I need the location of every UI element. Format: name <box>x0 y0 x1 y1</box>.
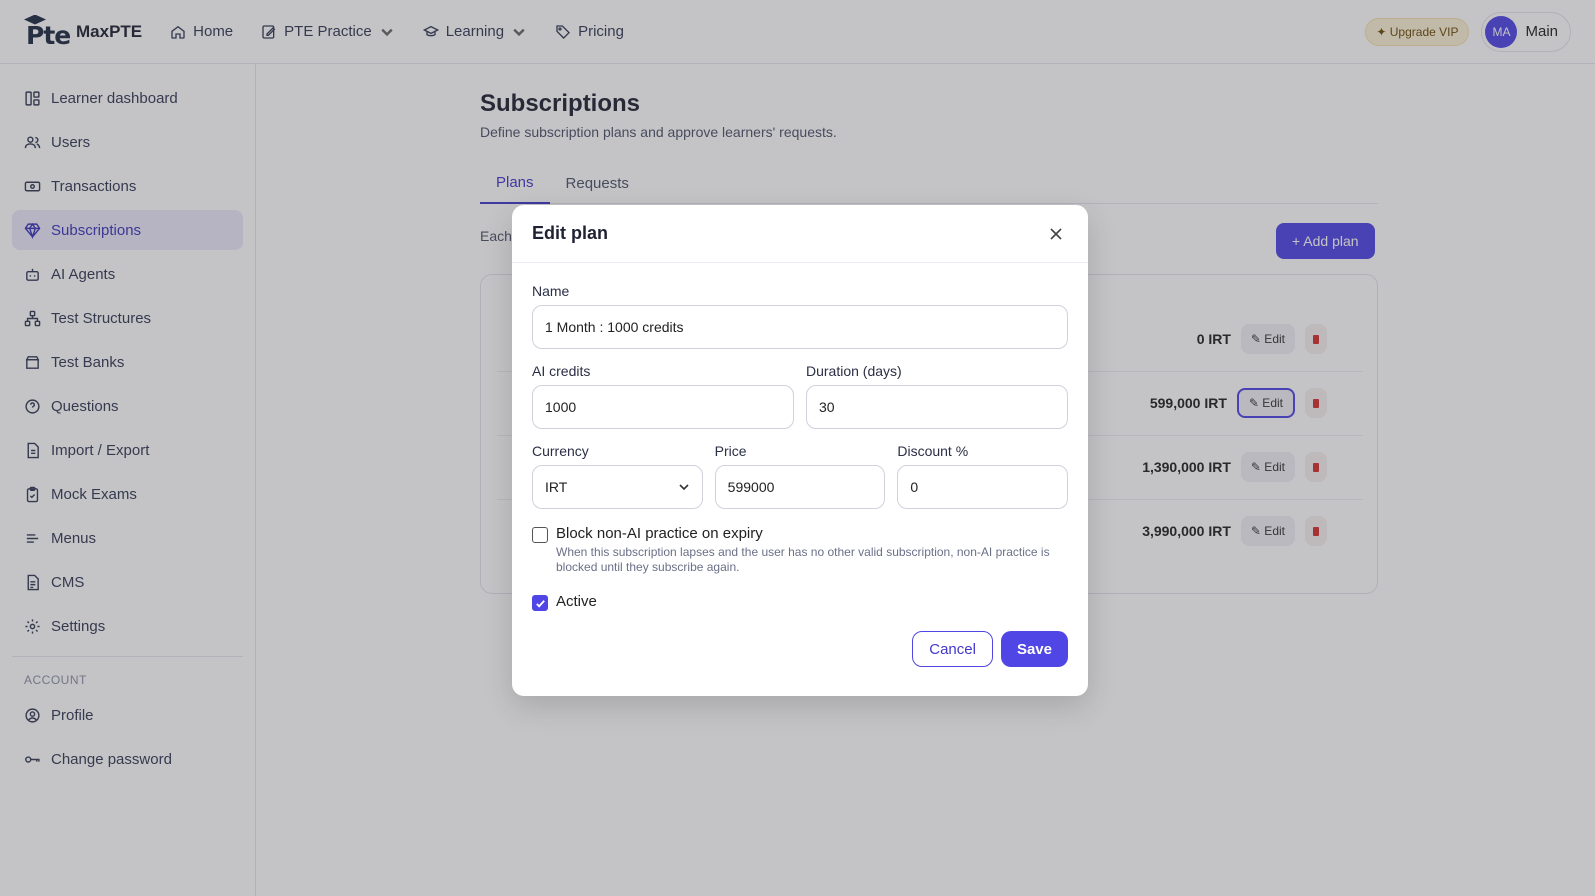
save-button[interactable]: Save <box>1000 631 1068 667</box>
ai-credits-field[interactable]: 1000 <box>532 385 794 429</box>
cancel-button[interactable]: Cancel <box>912 631 993 667</box>
name-label: Name <box>532 283 570 299</box>
block-non-ai-text: Block non-AI practice on expiry When thi… <box>556 525 1068 575</box>
dialog-header: Edit plan <box>512 205 1088 263</box>
duration-field[interactable]: 30 <box>806 385 1068 429</box>
ai-credits-label: AI credits <box>532 363 591 379</box>
block-non-ai-label: Block non-AI practice on expiry <box>556 525 763 542</box>
chevron-down-icon <box>679 484 689 491</box>
discount-group: Discount % 0 <box>897 443 1069 509</box>
active-option: Active <box>532 593 1068 611</box>
edit-plan-dialog: Edit plan Name 1 Month : 1000 credits AI… <box>512 205 1088 696</box>
price-label: Price <box>714 443 747 459</box>
block-non-ai-checkbox[interactable] <box>532 527 548 543</box>
dialog-body: Name 1 Month : 1000 credits AI credits 1… <box>512 263 1088 667</box>
block-non-ai-option: Block non-AI practice on expiry When thi… <box>532 525 1068 575</box>
discount-label: Discount % <box>897 443 969 459</box>
duration-group: Duration (days) 30 <box>806 363 1068 429</box>
close-button[interactable] <box>1044 222 1068 246</box>
name-field[interactable]: 1 Month : 1000 credits <box>532 305 1068 349</box>
currency-group: Currency IRT <box>532 443 703 509</box>
close-icon <box>1050 227 1062 240</box>
currency-value: IRT <box>545 479 568 495</box>
currency-select[interactable]: IRT <box>532 465 703 509</box>
credits-duration-row: AI credits 1000 Duration (days) 30 <box>532 363 1068 429</box>
ai-credits-group: AI credits 1000 <box>532 363 794 429</box>
block-non-ai-help: When this subscription lapses and the us… <box>556 545 1050 574</box>
duration-label: Duration (days) <box>806 363 902 379</box>
price-group: Price 599000 <box>714 443 886 509</box>
currency-label: Currency <box>532 443 589 459</box>
check-icon <box>535 599 545 608</box>
dialog-title: Edit plan <box>532 223 608 243</box>
price-field[interactable]: 599000 <box>714 465 886 509</box>
dialog-footer: Cancel Save <box>532 631 1068 667</box>
discount-field[interactable]: 0 <box>897 465 1069 509</box>
currency-price-discount-row: Currency IRT Price 599000 Discount % 0 <box>532 443 1069 509</box>
active-checkbox[interactable] <box>532 595 548 611</box>
active-label: Active <box>556 593 597 610</box>
